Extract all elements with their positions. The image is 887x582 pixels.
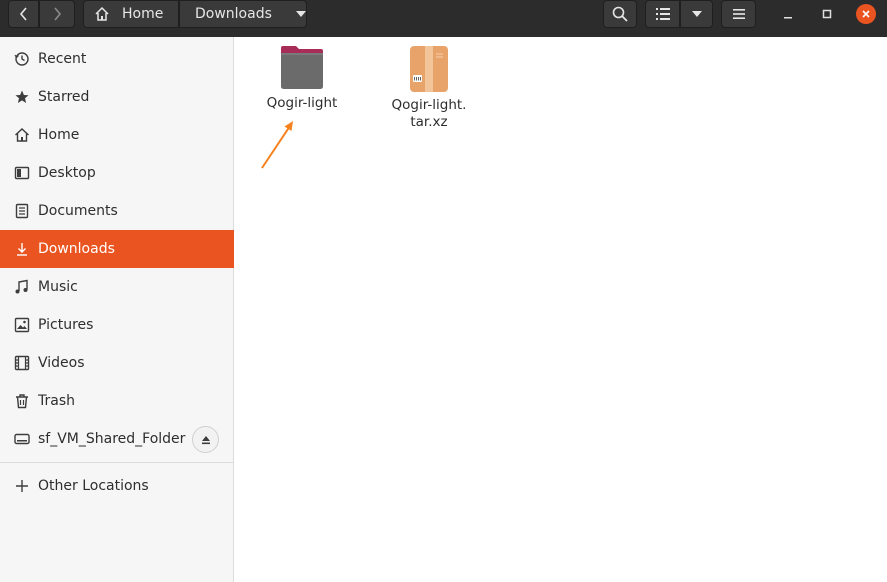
folder-icon — [281, 46, 323, 89]
sidebar-item-label: Recent — [38, 51, 87, 67]
sidebar-item-label: Documents — [38, 203, 118, 219]
sidebar-item-recent[interactable]: Recent — [0, 40, 234, 78]
sidebar-item-label: Pictures — [38, 317, 94, 333]
clock-icon — [14, 51, 30, 67]
file-item-archive[interactable]: Qogir-light. tar.xz — [384, 45, 474, 131]
sidebar: Recent Starred Home Desktop Documents Do… — [0, 37, 234, 582]
eject-icon — [201, 435, 210, 444]
picture-icon — [14, 317, 30, 333]
other-locations-label: Other Locations — [38, 478, 149, 494]
sidebar-item-label: Desktop — [38, 165, 96, 181]
sidebar-item-pictures[interactable]: Pictures — [0, 306, 234, 344]
back-arrow-icon — [19, 7, 27, 21]
sidebar-item-desktop[interactable]: Desktop — [0, 154, 234, 192]
maximize-button[interactable] — [817, 4, 837, 24]
sidebar-item-other-locations[interactable]: Other Locations — [0, 467, 234, 505]
eject-button[interactable] — [192, 426, 219, 453]
header-bar: Home Downloads — [0, 0, 887, 37]
file-name: Qogir-light — [267, 95, 338, 112]
path-home-label: Home — [122, 6, 164, 22]
minimize-button[interactable] — [778, 4, 798, 24]
sidebar-item-videos[interactable]: Videos — [0, 344, 234, 382]
sidebar-item-downloads[interactable]: Downloads — [0, 230, 234, 268]
maximize-icon — [822, 9, 832, 19]
download-icon — [14, 241, 30, 257]
back-button[interactable] — [8, 0, 39, 28]
plus-icon — [14, 478, 30, 494]
forward-button[interactable] — [39, 0, 75, 28]
path-current-button[interactable]: Downloads — [179, 0, 307, 28]
desktop-icon — [14, 165, 30, 181]
path-current-label: Downloads — [195, 6, 272, 22]
chevron-down-icon — [691, 11, 702, 17]
sidebar-item-label: Home — [38, 127, 80, 143]
file-name: Qogir-light. tar.xz — [392, 97, 467, 131]
sidebar-item-trash[interactable]: Trash — [0, 382, 234, 420]
forward-arrow-icon — [54, 7, 62, 21]
drive-icon — [14, 431, 30, 447]
sidebar-item-label: sf_VM_Shared_Folder — [38, 431, 186, 447]
music-icon — [14, 279, 30, 295]
sidebar-separator — [0, 462, 234, 463]
file-view[interactable]: Qogir-light Qogir-light. tar.xz — [235, 37, 887, 582]
archive-icon — [410, 46, 448, 92]
sidebar-item-label: Music — [38, 279, 78, 295]
home-icon — [95, 6, 109, 21]
close-button[interactable] — [856, 4, 876, 24]
sidebar-item-starred[interactable]: Starred — [0, 78, 234, 116]
annotation-arrow-icon — [261, 121, 293, 169]
search-icon — [612, 6, 628, 22]
document-icon — [14, 203, 30, 219]
sidebar-item-home[interactable]: Home — [0, 116, 234, 154]
hamburger-menu-icon — [732, 9, 745, 19]
sidebar-item-label: Downloads — [38, 241, 115, 257]
sidebar-item-label: Videos — [38, 355, 85, 371]
list-view-icon — [655, 8, 670, 20]
star-icon — [14, 89, 30, 105]
sidebar-item-label: Trash — [38, 393, 75, 409]
close-icon — [862, 10, 870, 18]
path-home-button[interactable]: Home — [83, 0, 179, 28]
sidebar-item-documents[interactable]: Documents — [0, 192, 234, 230]
search-button[interactable] — [603, 0, 637, 28]
view-mode-button[interactable] — [645, 0, 680, 28]
sidebar-item-label: Starred — [38, 89, 90, 105]
dropdown-icon — [295, 11, 306, 17]
main-menu-button[interactable] — [721, 0, 756, 28]
file-name-line: tar.xz — [410, 114, 448, 130]
sidebar-item-music[interactable]: Music — [0, 268, 234, 306]
minimize-icon — [784, 17, 792, 19]
trash-icon — [14, 393, 30, 409]
video-icon — [14, 355, 30, 371]
home-icon — [14, 127, 30, 143]
file-name-line: Qogir-light. — [391, 97, 467, 113]
view-options-dropdown[interactable] — [680, 0, 713, 28]
file-item-folder[interactable]: Qogir-light — [257, 45, 347, 112]
sidebar-item-shared-folder[interactable]: sf_VM_Shared_Folder — [0, 420, 190, 458]
file-name-line: Qogir-light — [266, 95, 338, 111]
